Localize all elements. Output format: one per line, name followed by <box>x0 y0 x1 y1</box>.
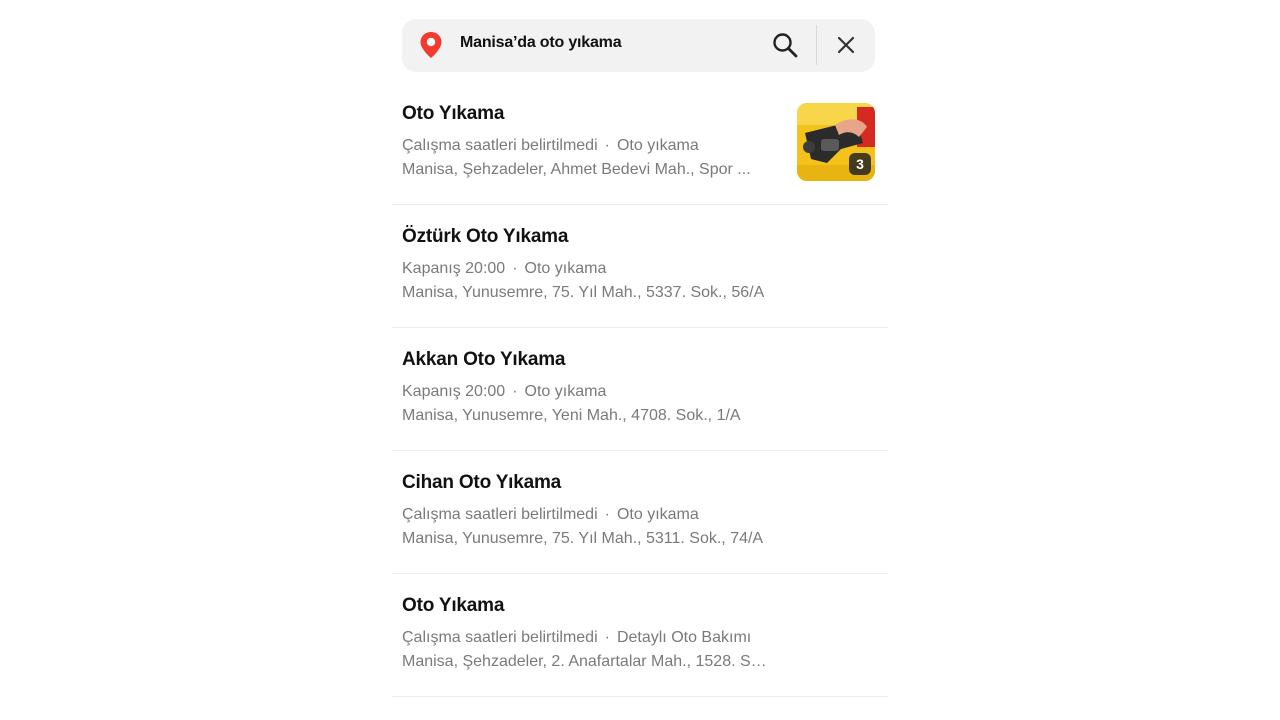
result-hours: Kapanış 20:00 <box>402 383 506 400</box>
search-panel: Manisa’da oto yıkama Oto Yıkama Çalışma … <box>392 0 888 720</box>
result-category: Oto yıkama <box>524 260 607 277</box>
result-address: Manisa, Şehzadeler, 2. Anafartalar Mah.,… <box>402 653 772 670</box>
separator-dot: · <box>604 137 610 154</box>
list-item[interactable]: Öztürk Oto Yıkama Kapanış 20:00 · Oto yıka… <box>392 205 888 328</box>
result-address: Manisa, Şehzadeler, Ahmet Bedevi Mah., S… <box>402 161 751 178</box>
search-icon[interactable] <box>772 32 798 58</box>
list-item[interactable]: Oto Yıkama Çalışma saatleri belirtilmedi… <box>392 82 888 205</box>
search-divider <box>816 25 817 65</box>
result-address: Manisa, Yunusemre, 75. Yıl Mah., 5311. S… <box>402 530 764 547</box>
result-title[interactable]: Oto Yıkama <box>402 595 504 617</box>
result-category: Oto yıkama <box>616 506 699 523</box>
close-icon[interactable] <box>835 34 857 56</box>
result-photo[interactable]: 3 <box>797 103 875 181</box>
result-category: Oto yıkama <box>524 383 607 400</box>
separator-dot: · <box>604 506 610 523</box>
result-hours: Çalışma saatleri belirtilmedi <box>402 137 598 154</box>
list-item[interactable]: Oto Yıkama Çalışma saatleri belirtilmedi… <box>392 574 888 697</box>
list-item[interactable]: Akkan Oto Yıkama Kapanış 20:00 · Oto yıkam… <box>392 328 888 451</box>
result-hours: Çalışma saatleri belirtilmedi <box>402 629 598 646</box>
search-bar[interactable]: Manisa’da oto yıkama <box>402 19 875 72</box>
result-category: Detaylı Oto Bakımı <box>616 629 752 646</box>
result-address: Manisa, Yunusemre, 75. Yıl Mah., 5337. S… <box>402 284 765 301</box>
search-input[interactable]: Manisa’da oto yıkama <box>460 34 622 52</box>
separator-dot: · <box>512 383 518 400</box>
result-address: Manisa, Yunusemre, Yeni Mah., 4708. Sok.… <box>402 407 741 424</box>
result-title[interactable]: Öztürk Oto Yıkama <box>402 226 568 248</box>
result-meta: Çalışma saatleri belirtilmedi · Oto yıkama <box>402 506 699 524</box>
result-title[interactable]: Oto Yıkama <box>402 103 504 125</box>
result-meta: Çalışma saatleri belirtilmedi · Detaylı Ot… <box>402 629 751 647</box>
result-hours: Çalışma saatleri belirtilmedi <box>402 506 598 523</box>
results-list: Oto Yıkama Çalışma saatleri belirtilmedi… <box>392 82 888 697</box>
separator-dot: · <box>512 260 518 277</box>
result-category: Oto yıkama <box>616 137 699 154</box>
result-title[interactable]: Cihan Oto Yıkama <box>402 472 561 494</box>
list-item[interactable]: Cihan Oto Yıkama Çalışma saatleri belirt… <box>392 451 888 574</box>
result-meta: Çalışma saatleri belirtilmedi · Oto yıkama <box>402 137 699 155</box>
result-meta: Kapanış 20:00 · Oto yıkama <box>402 260 606 278</box>
result-hours: Kapanış 20:00 <box>402 260 506 277</box>
result-title[interactable]: Akkan Oto Yıkama <box>402 349 566 371</box>
map-pin-icon <box>418 31 444 59</box>
separator-dot: · <box>604 629 610 646</box>
photo-count-badge: 3 <box>849 153 871 175</box>
result-meta: Kapanış 20:00 · Oto yıkama <box>402 383 606 401</box>
